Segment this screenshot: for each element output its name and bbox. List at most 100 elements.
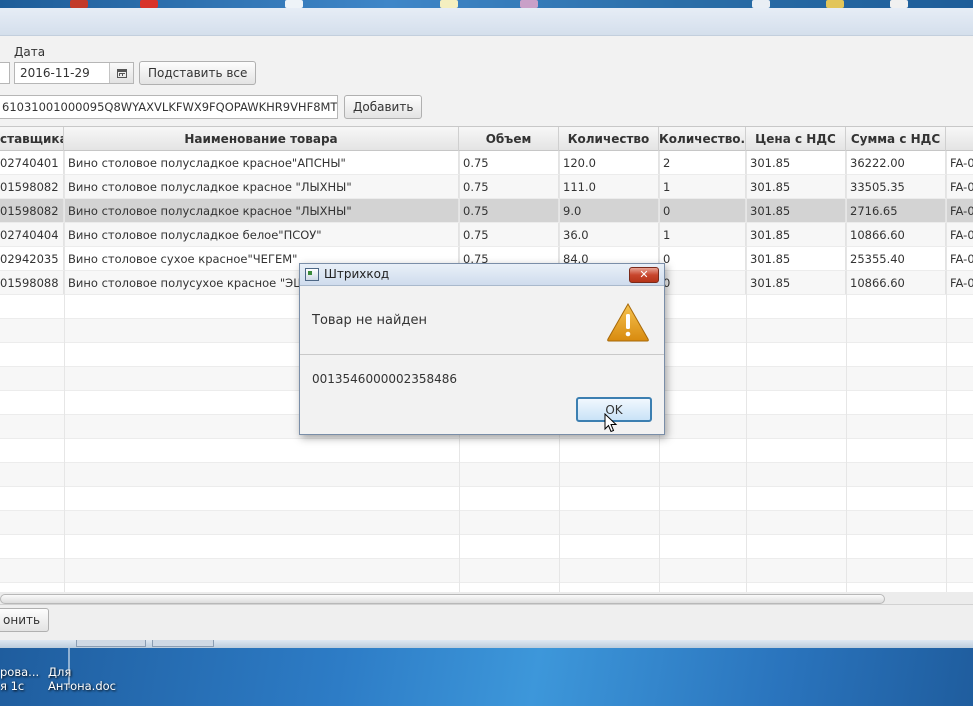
cell-name: Вино столовое полусладкое красное"АПСНЫ" bbox=[64, 151, 459, 175]
cell-name: Вино столовое полусладкое красное "ЛЫХНЫ… bbox=[64, 199, 459, 223]
date-input[interactable]: 2016-11-29 bbox=[15, 63, 109, 83]
desktop-shortcut-icon[interactable] bbox=[826, 0, 844, 8]
cell-sum: 36222.00 bbox=[846, 151, 946, 175]
cell-price: 301.85 bbox=[746, 223, 846, 247]
cell-qty2: 0 bbox=[659, 271, 746, 295]
background-window-edge bbox=[0, 640, 973, 648]
dialog-title-bar[interactable]: Штрихкод ✕ bbox=[300, 264, 664, 286]
cell-sum: 10866.60 bbox=[846, 271, 946, 295]
bottom-bar: онить bbox=[0, 604, 973, 640]
column-divider bbox=[746, 151, 747, 600]
cell-supplier: 01598082 bbox=[0, 199, 64, 223]
column-header-supplier[interactable]: ставщика bbox=[0, 127, 64, 151]
table-row[interactable]: 02740401 Вино столовое полусладкое красно… bbox=[0, 151, 973, 175]
fill-all-button[interactable]: Подставить все bbox=[139, 61, 257, 85]
table-header: ставщика Наименование товара Объем Колич… bbox=[0, 127, 973, 151]
cell-qty: 120.0 bbox=[559, 151, 659, 175]
column-header-quantity[interactable]: Количество bbox=[559, 127, 659, 151]
column-header-extra[interactable] bbox=[946, 127, 973, 151]
save-button[interactable]: онить bbox=[0, 608, 50, 632]
cell-supplier: 01598082 bbox=[0, 175, 64, 199]
cell-code: FA-0 bbox=[946, 175, 973, 199]
column-divider bbox=[846, 151, 847, 600]
background-window-tab[interactable] bbox=[76, 640, 146, 647]
desktop-area: рова... я 1с Для Антона.doc bbox=[0, 648, 973, 706]
cell-code: FA-0 bbox=[946, 151, 973, 175]
cell-volume: 0.75 bbox=[459, 151, 559, 175]
warning-icon bbox=[607, 302, 649, 342]
close-button[interactable]: ✕ bbox=[629, 267, 659, 283]
desktop-top-strip bbox=[0, 0, 973, 8]
cell-price: 301.85 bbox=[746, 247, 846, 271]
table-row[interactable]: 01598082 Вино столовое полусладкое красно… bbox=[0, 199, 973, 223]
cut-off-field[interactable] bbox=[0, 62, 10, 84]
background-window-tab[interactable] bbox=[152, 640, 214, 647]
table-row[interactable] bbox=[0, 439, 973, 463]
cell-supplier: 02740404 bbox=[0, 223, 64, 247]
cell-price: 301.85 bbox=[746, 271, 846, 295]
desktop-shortcut-icon[interactable] bbox=[890, 0, 908, 8]
scrollbar-thumb[interactable] bbox=[0, 594, 885, 604]
cell-supplier: 02740401 bbox=[0, 151, 64, 175]
dialog-message: Товар не найден bbox=[312, 313, 427, 328]
column-header-name[interactable]: Наименование товара bbox=[64, 127, 459, 151]
cell-sum: 33505.35 bbox=[846, 175, 946, 199]
cell-qty2: 1 bbox=[659, 223, 746, 247]
table-row[interactable] bbox=[0, 487, 973, 511]
cell-name: Вино столовое полусладкое белое"ПСОУ" bbox=[64, 223, 459, 247]
table-row[interactable] bbox=[0, 463, 973, 487]
column-header-sum[interactable]: Сумма с НДС bbox=[846, 127, 946, 151]
calendar-icon bbox=[116, 68, 127, 78]
date-picker[interactable]: 2016-11-29 bbox=[14, 62, 134, 84]
cell-qty: 36.0 bbox=[559, 223, 659, 247]
table-row[interactable] bbox=[0, 511, 973, 535]
column-header-volume[interactable]: Объем bbox=[459, 127, 559, 151]
desktop-shortcut-icon[interactable] bbox=[520, 0, 538, 8]
desktop-item-label[interactable]: Для Антона.doc bbox=[48, 665, 116, 693]
row-divider bbox=[0, 582, 973, 583]
dialog-title: Штрихкод bbox=[324, 267, 390, 281]
desktop-shortcut-icon[interactable] bbox=[752, 0, 770, 8]
table-row[interactable]: 01598082 Вино столовое полусладкое красно… bbox=[0, 175, 973, 199]
cell-qty2: 0 bbox=[659, 247, 746, 271]
date-label: Дата bbox=[14, 45, 46, 59]
desktop-shortcut-icon[interactable] bbox=[70, 0, 88, 8]
cell-qty: 9.0 bbox=[559, 199, 659, 223]
cell-price: 301.85 bbox=[746, 175, 846, 199]
table-row[interactable] bbox=[0, 559, 973, 583]
cell-volume: 0.75 bbox=[459, 199, 559, 223]
desktop-item-label[interactable]: рова... я 1с bbox=[0, 665, 39, 693]
desktop-shortcut-icon[interactable] bbox=[440, 0, 458, 8]
desktop-shortcut-icon[interactable] bbox=[140, 0, 158, 8]
cell-sum: 2716.65 bbox=[846, 199, 946, 223]
column-header-quantity-2[interactable]: Количество... bbox=[659, 127, 746, 151]
cell-price: 301.85 bbox=[746, 199, 846, 223]
column-header-price[interactable]: Цена с НДС bbox=[746, 127, 846, 151]
table-row[interactable] bbox=[0, 535, 973, 559]
dialog-separator bbox=[300, 354, 664, 355]
app-window-icon bbox=[305, 268, 319, 281]
table-row[interactable]: 02740404 Вино столовое полусладкое белое"… bbox=[0, 223, 973, 247]
dialog-barcode: 0013546000002358486 bbox=[312, 372, 458, 386]
cell-qty2: 2 bbox=[659, 151, 746, 175]
cell-supplier: 02942035 bbox=[0, 247, 64, 271]
cell-qty2: 1 bbox=[659, 175, 746, 199]
cell-price: 301.85 bbox=[746, 151, 846, 175]
cell-sum: 25355.40 bbox=[846, 247, 946, 271]
add-button[interactable]: Добавить bbox=[344, 95, 423, 119]
cell-code: FA-0 bbox=[946, 199, 973, 223]
desktop-shortcut-icon[interactable] bbox=[285, 0, 303, 8]
cell-code: FA-0 bbox=[946, 271, 973, 295]
cell-volume: 0.75 bbox=[459, 175, 559, 199]
cell-supplier: 01598088 bbox=[0, 271, 64, 295]
barcode-dialog: Штрихкод ✕ Товар не найден 0013546000002… bbox=[299, 263, 665, 435]
cell-qty: 111.0 bbox=[559, 175, 659, 199]
cell-name: Вино столовое полусладкое красное "ЛЫХНЫ… bbox=[64, 175, 459, 199]
mouse-cursor-icon bbox=[604, 413, 618, 433]
cell-code: FA-0 bbox=[946, 247, 973, 271]
cell-volume: 0.75 bbox=[459, 223, 559, 247]
cell-qty2: 0 bbox=[659, 199, 746, 223]
calendar-button[interactable] bbox=[109, 63, 133, 83]
column-divider bbox=[64, 151, 65, 600]
barcode-input[interactable]: 61031001000095Q8WYAXVLKFWX9FQOPAWKHR9VHF… bbox=[0, 95, 338, 119]
